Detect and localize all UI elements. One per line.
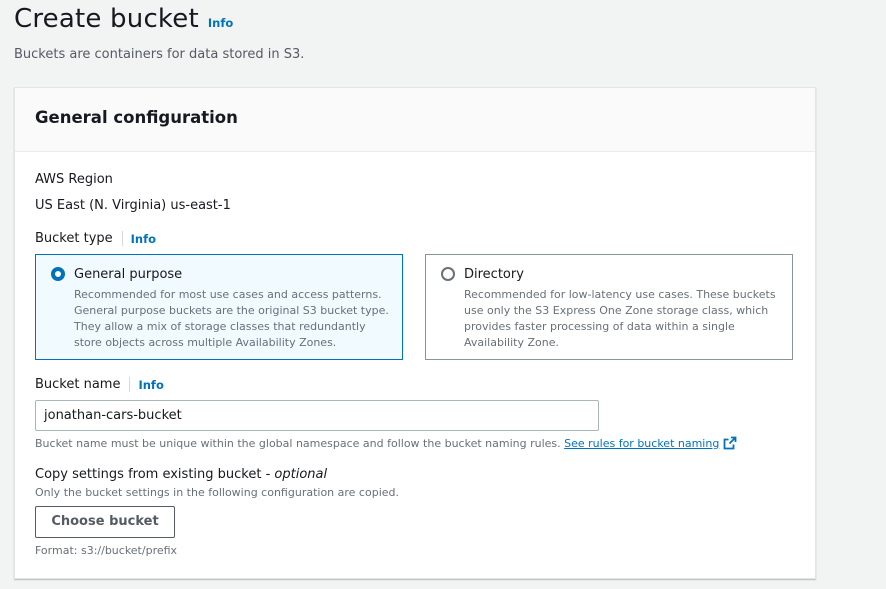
label-divider (121, 231, 123, 246)
tile-general-purpose[interactable]: General purpose Recommended for most use… (35, 254, 403, 360)
format-hint: Format: s3://bucket/prefix (35, 544, 178, 557)
title-row: Create bucket Info (14, 4, 233, 34)
page-subtitle: Buckets are containers for data stored i… (14, 47, 305, 62)
bucket-name-hint-text: Bucket name must be unique within the gl… (35, 437, 561, 450)
choose-bucket-button[interactable]: Choose bucket (35, 506, 175, 538)
copy-settings-label: Copy settings from existing bucket - opt… (35, 467, 327, 482)
panel-header: General configuration (15, 88, 815, 152)
bucket-name-hint: Bucket name must be unique within the gl… (35, 436, 737, 450)
title-info-link[interactable]: Info (208, 16, 233, 30)
tile-desc-general-purpose: Recommended for most use cases and acces… (74, 288, 389, 349)
bucket-name-label: Bucket name Info (35, 377, 164, 392)
tile-title-general-purpose: General purpose (74, 267, 183, 282)
bucket-name-info-link[interactable]: Info (138, 378, 163, 392)
tile-directory[interactable]: Directory Recommended for low-latency us… (425, 254, 793, 360)
label-divider (129, 377, 131, 392)
radio-directory[interactable] (441, 267, 455, 281)
bucket-name-label-text: Bucket name (35, 377, 121, 392)
optional-tag: optional (274, 467, 328, 482)
bucket-type-info-link[interactable]: Info (131, 232, 156, 246)
region-label: AWS Region (35, 172, 113, 187)
tile-title-directory: Directory (464, 267, 524, 282)
bucket-naming-rules-link[interactable]: See rules for bucket naming (564, 437, 719, 450)
bucket-name-input[interactable]: jonathan-cars-bucket (35, 400, 599, 431)
region-value: US East (N. Virginia) us-east-1 (35, 198, 231, 213)
radio-general-purpose[interactable] (51, 267, 65, 281)
panel-title: General configuration (35, 108, 238, 127)
page-header: Create bucket Info (14, 4, 233, 34)
external-link-icon[interactable] (723, 436, 737, 450)
bucket-type-label-text: Bucket type (35, 231, 113, 246)
page-title: Create bucket (14, 4, 199, 34)
copy-settings-label-text: Copy settings from existing bucket - (35, 467, 275, 482)
copy-settings-description: Only the bucket settings in the followin… (35, 486, 399, 499)
tile-desc-directory: Recommended for low-latency use cases. T… (464, 288, 776, 349)
bucket-type-label: Bucket type Info (35, 231, 156, 246)
general-configuration-panel: General configuration AWS Region US East… (14, 87, 816, 579)
